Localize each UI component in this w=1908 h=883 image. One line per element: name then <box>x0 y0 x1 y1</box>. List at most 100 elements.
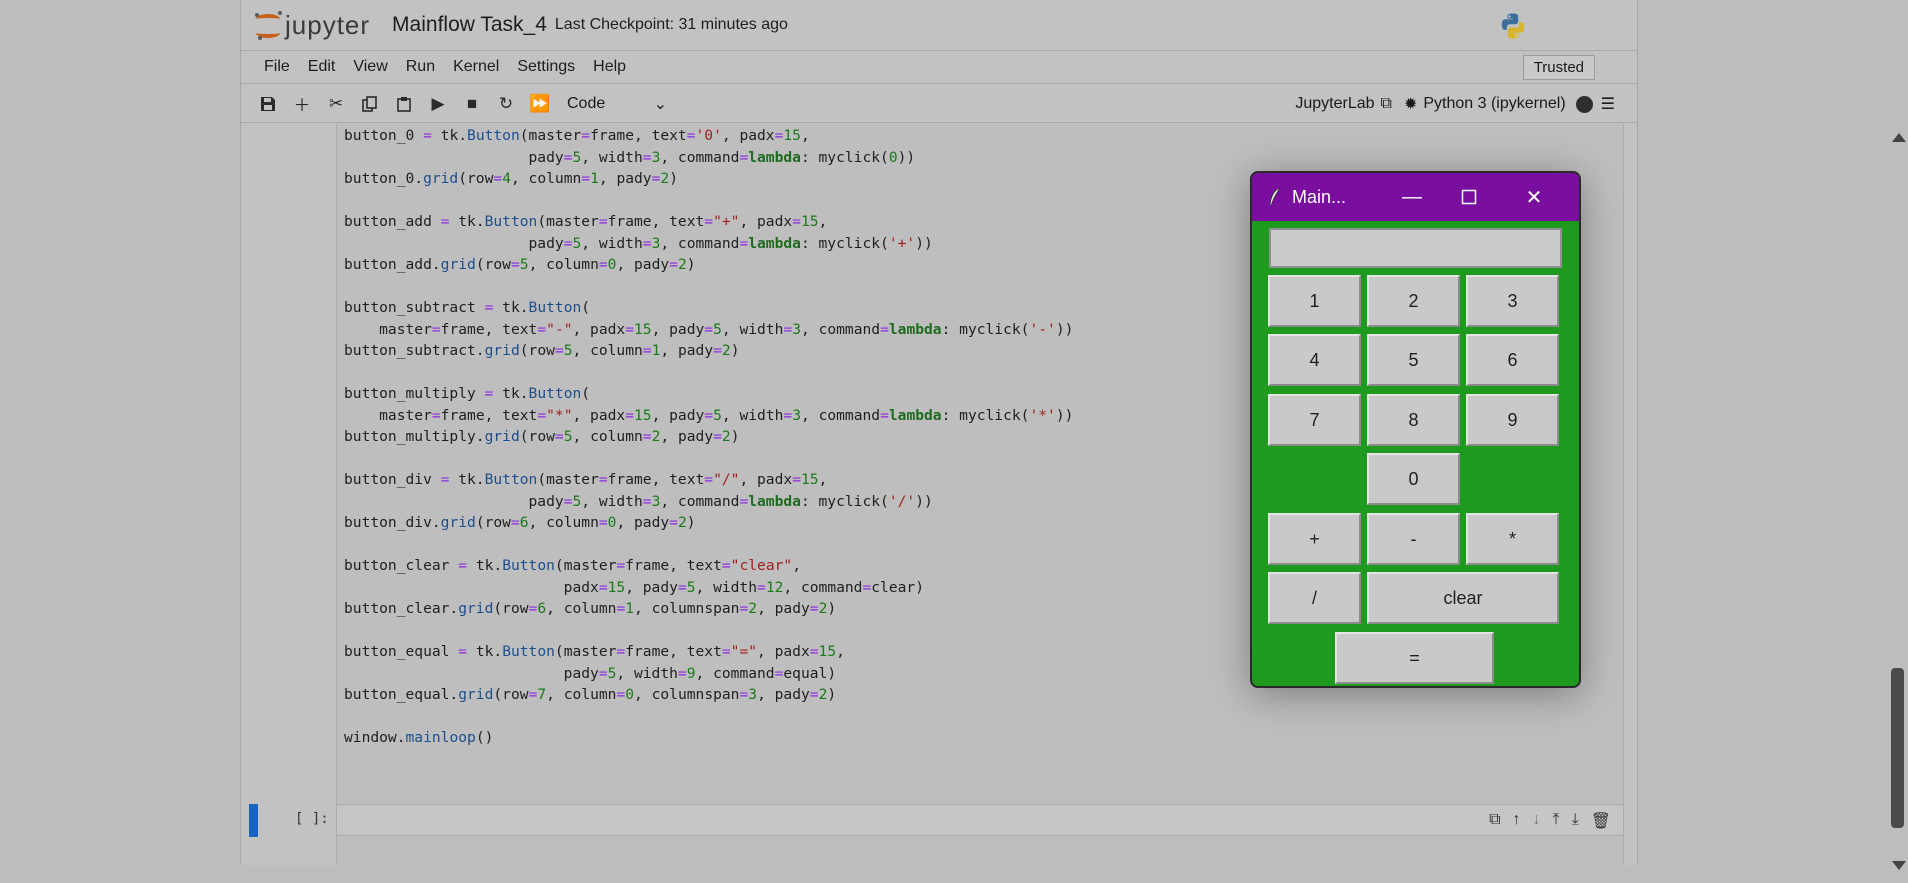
menu-view[interactable]: View <box>344 58 396 76</box>
copy-icon[interactable] <box>353 90 387 118</box>
code-line: button_multiply.grid(row=5, column=2, pa… <box>344 428 740 445</box>
code-line: button_0.grid(row=4, column=1, pady=2) <box>344 170 678 187</box>
jupyterlab-link[interactable]: JupyterLab <box>1295 95 1374 113</box>
duplicate-cell-icon[interactable]: ⧉ <box>1489 811 1500 831</box>
cut-icon[interactable]: ✂ <box>319 90 353 118</box>
code-line: button_add.grid(row=5, column=0, pady=2) <box>344 256 696 273</box>
menu-edit[interactable]: Edit <box>299 58 345 76</box>
delete-cell-icon[interactable]: 🗑 <box>1591 811 1611 831</box>
jupyter-logo-text: jupyter <box>285 9 371 40</box>
menu-settings[interactable]: Settings <box>508 58 584 76</box>
calc-button-9[interactable]: 9 <box>1466 394 1559 446</box>
kernel-name[interactable]: Python 3 (ipykernel) <box>1423 95 1565 113</box>
cell-prompt: [ ]: <box>295 811 329 827</box>
calc-button-4[interactable]: 4 <box>1268 334 1361 386</box>
code-line: button_div.grid(row=6, column=0, pady=2) <box>344 514 696 531</box>
code-line: master=frame, text="*", padx=15, pady=5,… <box>344 406 1074 424</box>
calc-button-subtract[interactable]: - <box>1367 513 1460 565</box>
active-cell-indicator <box>249 804 258 837</box>
calc-button-add[interactable]: + <box>1268 513 1361 565</box>
menu-run[interactable]: Run <box>397 58 444 76</box>
calc-button-5[interactable]: 5 <box>1367 334 1460 386</box>
calc-button-2[interactable]: 2 <box>1367 275 1460 327</box>
cell-toolbar: ⧉ ↑ ↓ ⤒ ⤓ 🗑 <box>1489 811 1611 831</box>
code-editor[interactable]: button_0 = tk.Button(master=frame, text=… <box>344 125 1073 749</box>
code-line: padx=15, pady=5, width=12, command=clear… <box>344 578 924 596</box>
jupyter-logo-mark <box>253 10 283 40</box>
jupyter-logo[interactable]: jupyter <box>253 10 370 41</box>
paste-icon[interactable] <box>387 90 421 118</box>
debugger-bug-icon[interactable]: ✹ <box>1404 94 1417 114</box>
calculator-window: Main... — ✕ 1 2 3 4 5 6 7 8 9 0 + - * / … <box>1250 171 1581 688</box>
empty-code-cell[interactable]: [ ]: ⧉ ↑ ↓ ⤒ ⤓ 🗑 <box>249 804 1624 837</box>
cell-type-value: Code <box>567 94 606 112</box>
close-icon[interactable]: ✕ <box>1514 173 1554 221</box>
calculator-titlebar[interactable]: Main... — ✕ <box>1252 173 1579 221</box>
checkpoint-status: Last Checkpoint: 31 minutes ago <box>554 16 788 33</box>
maximize-icon[interactable] <box>1449 173 1489 221</box>
calc-button-divide[interactable]: / <box>1268 572 1361 624</box>
calculator-title: Main... <box>1292 186 1347 207</box>
scroll-down-icon[interactable] <box>1892 861 1906 870</box>
code-line: button_multiply = tk.Button( <box>344 385 591 402</box>
restart-icon[interactable]: ↻ <box>489 90 523 118</box>
code-line: pady=5, width=9, command=equal) <box>344 664 837 682</box>
code-line: button_div = tk.Button(master=frame, tex… <box>344 471 828 488</box>
code-line: button_equal.grid(row=7, column=0, colum… <box>344 686 837 703</box>
code-line: button_subtract.grid(row=5, column=1, pa… <box>344 342 740 359</box>
move-down-icon[interactable]: ↓ <box>1533 811 1541 831</box>
page-scrollbar[interactable] <box>1888 123 1908 883</box>
external-link-icon[interactable]: ⧉ <box>1381 95 1392 113</box>
tk-feather-icon <box>1268 187 1282 207</box>
hamburger-menu-icon[interactable]: ☰ <box>1601 94 1615 114</box>
toolbar-right: JupyterLab ⧉ ✹ Python 3 (ipykernel) ☰ <box>1295 85 1615 123</box>
stop-icon[interactable]: ■ <box>455 90 489 118</box>
calc-button-equal[interactable]: = <box>1335 632 1494 684</box>
code-line: window.mainloop() <box>344 729 494 746</box>
menu-file[interactable]: File <box>255 58 299 76</box>
notebook-title[interactable]: Mainflow Task_4 <box>392 13 547 37</box>
cell-type-select[interactable]: Code ⌄ <box>567 94 667 114</box>
calc-button-clear[interactable]: clear <box>1367 572 1559 624</box>
run-icon[interactable]: ▶ <box>421 90 455 118</box>
calc-button-3[interactable]: 3 <box>1466 275 1559 327</box>
menu-kernel[interactable]: Kernel <box>444 58 508 76</box>
cell-input[interactable]: ⧉ ↑ ↓ ⤒ ⤓ 🗑 <box>336 804 1624 836</box>
menu-help[interactable]: Help <box>584 58 635 76</box>
minimize-icon[interactable]: — <box>1392 173 1432 221</box>
notebook-toolbar: ＋ ✂ ▶ ■ ↻ ⏩ Code ⌄ JupyterLab ⧉ ✹ Python… <box>241 85 1637 123</box>
code-line: button_add = tk.Button(master=frame, tex… <box>344 213 828 230</box>
add-cell-icon[interactable]: ＋ <box>285 90 319 118</box>
code-line: pady=5, width=3, command=lambda: myclick… <box>344 148 916 166</box>
python-logo-icon <box>1501 13 1525 39</box>
chevron-down-icon: ⌄ <box>653 95 667 113</box>
code-line: button_0 = tk.Button(master=frame, text=… <box>344 127 810 144</box>
calc-button-8[interactable]: 8 <box>1367 394 1460 446</box>
calc-button-1[interactable]: 1 <box>1268 275 1361 327</box>
code-line: button_equal = tk.Button(master=frame, t… <box>344 643 845 660</box>
code-line: pady=5, width=3, command=lambda: myclick… <box>344 492 933 510</box>
scroll-up-icon[interactable] <box>1892 133 1906 142</box>
kernel-status-icon <box>1575 95 1593 113</box>
fast-forward-icon[interactable]: ⏩ <box>523 90 557 118</box>
insert-below-icon[interactable]: ⤓ <box>1572 811 1579 831</box>
save-icon[interactable] <box>251 90 285 118</box>
code-line: button_clear.grid(row=6, column=1, colum… <box>344 600 837 617</box>
trusted-badge[interactable]: Trusted <box>1522 55 1595 80</box>
scroll-thumb[interactable] <box>1891 668 1904 828</box>
calculator-display-entry[interactable] <box>1269 228 1562 268</box>
insert-above-icon[interactable]: ⤒ <box>1553 811 1560 831</box>
calc-button-7[interactable]: 7 <box>1268 394 1361 446</box>
calc-button-6[interactable]: 6 <box>1466 334 1559 386</box>
move-up-icon[interactable]: ↑ <box>1513 811 1521 831</box>
calc-button-multiply[interactable]: * <box>1466 513 1559 565</box>
code-line: pady=5, width=3, command=lambda: myclick… <box>344 234 933 252</box>
code-line: button_clear = tk.Button(master=frame, t… <box>344 557 801 574</box>
calc-button-0[interactable]: 0 <box>1367 453 1460 505</box>
code-line: master=frame, text="-", padx=15, pady=5,… <box>344 320 1074 338</box>
